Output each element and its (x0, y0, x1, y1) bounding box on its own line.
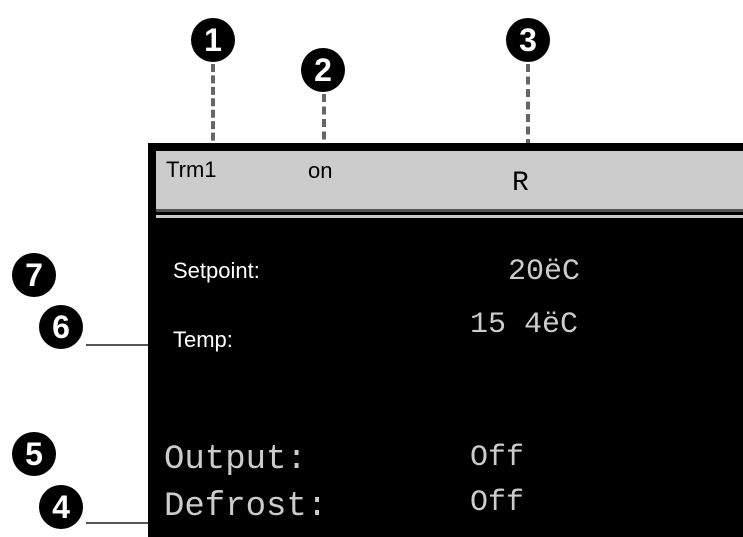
header-divider (156, 215, 743, 218)
output-value: Off (470, 441, 525, 475)
setpoint-value: 20ëC (508, 255, 581, 289)
callout-number: 2 (314, 51, 332, 88)
callout-marker-7: 7 (12, 253, 56, 297)
callout-number: 7 (25, 256, 43, 293)
callout-marker-6: 6 (39, 305, 83, 349)
output-label: Output: (164, 441, 307, 479)
unit-status: on (308, 158, 333, 183)
callout-1-connector (211, 64, 215, 152)
callout-number: 6 (52, 308, 70, 345)
defrost-label: Defrost: (164, 488, 328, 526)
callout-number: 4 (52, 488, 70, 525)
callout-marker-4: 4 (39, 485, 83, 529)
defrost-value: Off (470, 486, 525, 520)
callout-number: 1 (204, 21, 222, 58)
temp-value: 15 4ëC (470, 308, 579, 342)
terminal-label: Trm1 (166, 157, 217, 182)
callout-number: 3 (519, 21, 537, 58)
setpoint-label: Setpoint: (173, 258, 260, 283)
callout-marker-1: 1 (191, 18, 235, 62)
controller-display: Trm1 on R Setpoint: 20ëC Temp: 15 4ëC Ou… (148, 143, 743, 537)
callout-number: 5 (25, 435, 43, 472)
callout-4-leader (86, 522, 156, 524)
status-header-bar: Trm1 on R (156, 151, 743, 212)
callout-marker-2: 2 (301, 48, 345, 92)
callout-6-leader (86, 344, 148, 346)
mode-indicator: R (512, 168, 529, 199)
callout-marker-3: 3 (506, 18, 550, 62)
temp-label: Temp: (173, 327, 233, 352)
callout-marker-5: 5 (12, 432, 56, 476)
